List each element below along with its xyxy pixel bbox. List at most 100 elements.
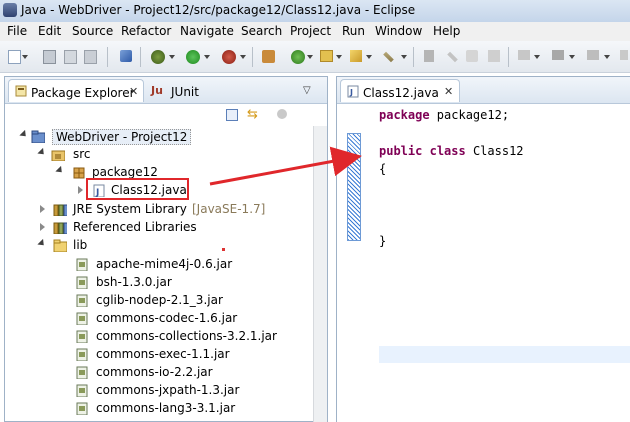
menu-refactor[interactable]: Refactor (121, 24, 171, 38)
annotation-highlight-box (86, 178, 189, 200)
pin-icon[interactable] (120, 50, 132, 62)
tree-item-jar[interactable]: commons-codec-1.6.jar (5, 310, 305, 328)
tree-item-jar[interactable]: commons-lang3-3.1.jar (5, 400, 305, 418)
library-icon (53, 204, 67, 216)
new-dropdown-icon[interactable] (22, 55, 28, 59)
expanded-arrow-icon[interactable] (37, 238, 47, 249)
folder-dropdown-icon[interactable] (336, 55, 342, 59)
open-type-icon[interactable] (262, 50, 275, 63)
code-line: { (379, 162, 387, 176)
code-line: } (379, 234, 387, 248)
run-icon[interactable] (186, 50, 200, 64)
tree-item-jar[interactable]: cglib-nodep-2.1_3.jar (5, 292, 305, 310)
menu-help[interactable]: Help (433, 24, 460, 38)
new-java-class-icon[interactable] (291, 50, 305, 64)
jar-icon (76, 294, 88, 307)
package-label: package12 (92, 165, 158, 179)
java-file-icon: J (347, 85, 359, 98)
next-edit-icon[interactable] (518, 50, 530, 60)
jar-label: cglib-nodep-2.1_3.jar (96, 293, 223, 307)
vertical-scrollbar[interactable] (313, 126, 327, 422)
editor-area[interactable]: J Class12.java ✕ package package12; publ… (336, 76, 630, 422)
debug-icon[interactable] (151, 50, 165, 64)
close-icon[interactable]: ✕ (444, 85, 453, 98)
menu-run[interactable]: Run (342, 24, 365, 38)
back-icon[interactable] (552, 50, 564, 60)
search-dropdown-icon[interactable] (366, 55, 372, 59)
open-folder-icon[interactable] (320, 50, 333, 62)
toolbar-separator (252, 47, 253, 67)
new-class-dropdown-icon[interactable] (307, 55, 313, 59)
expanded-arrow-icon[interactable] (55, 165, 65, 176)
change-ruler-marker (347, 133, 361, 241)
next-annotation-icon[interactable] (424, 50, 434, 62)
editor-tab-label: Class12.java (363, 86, 439, 100)
debug-dropdown-icon[interactable] (169, 55, 175, 59)
show-whitespace-icon[interactable] (466, 50, 478, 62)
menu-project[interactable]: Project (290, 24, 331, 38)
jar-icon (76, 366, 88, 379)
jar-icon (76, 330, 88, 343)
jar-label: bsh-1.3.0.jar (96, 275, 172, 289)
collapsed-arrow-icon[interactable] (78, 186, 83, 194)
java-project-icon (31, 130, 45, 143)
menu-window[interactable]: Window (375, 24, 422, 38)
save-icon[interactable] (43, 50, 56, 64)
close-icon[interactable]: ✕ (129, 85, 138, 98)
jar-icon (76, 312, 88, 325)
tree-item-jar[interactable]: commons-io-2.2.jar (5, 364, 305, 382)
forward-icon[interactable] (587, 50, 599, 60)
jar-label: commons-io-2.2.jar (96, 365, 213, 379)
tree-item-jar[interactable]: commons-collections-3.2.1.jar (5, 328, 305, 346)
next-edit-dropdown-icon[interactable] (534, 55, 540, 59)
external-tools-dropdown-icon[interactable] (240, 55, 246, 59)
tree-item-referenced-libraries[interactable]: Referenced Libraries (5, 219, 305, 237)
forward-dropdown-icon[interactable] (604, 55, 610, 59)
minimize-icon[interactable]: ▽ (303, 85, 311, 96)
collapsed-arrow-icon[interactable] (40, 205, 45, 213)
tab-junit[interactable]: JUnit (171, 85, 199, 99)
tree-item-jar[interactable]: apache-mime4j-0.6.jar (5, 256, 305, 274)
link-with-editor-icon[interactable]: ⇆ (247, 107, 258, 122)
code-line: package package12; (379, 108, 510, 122)
toolbar-separator (107, 47, 108, 67)
expanded-arrow-icon[interactable] (37, 147, 47, 158)
collapsed-arrow-icon[interactable] (40, 223, 45, 231)
run-dropdown-icon[interactable] (204, 55, 210, 59)
pencil-icon[interactable] (383, 51, 394, 63)
new-icon[interactable] (8, 50, 21, 64)
tree-item-lib[interactable]: lib (5, 237, 305, 255)
editor-tab-class12[interactable]: J Class12.java ✕ (340, 79, 460, 102)
tree-item-jar[interactable]: bsh-1.3.0.jar (5, 274, 305, 292)
lib-label: lib (73, 238, 88, 252)
window-title: Java - WebDriver - Project12/src/package… (21, 3, 416, 17)
menu-edit[interactable]: Edit (38, 24, 61, 38)
more-icon[interactable] (620, 50, 628, 60)
block-selection-icon[interactable] (488, 50, 500, 62)
tree-item-project[interactable]: WebDriver - Project12 (5, 128, 305, 146)
jar-label: apache-mime4j-0.6.jar (96, 257, 233, 271)
external-tools-icon[interactable] (222, 50, 236, 64)
tree-item-src[interactable]: src (5, 146, 305, 164)
tab-package-explorer[interactable]: Package Explorer ✕ (8, 79, 144, 102)
tree-item-jar[interactable]: commons-exec-1.1.jar (5, 346, 305, 364)
expanded-arrow-icon[interactable] (19, 129, 29, 140)
jar-icon (76, 276, 88, 289)
search-icon[interactable] (350, 50, 362, 62)
menu-navigate[interactable]: Navigate (180, 24, 234, 38)
menu-source[interactable]: Source (72, 24, 113, 38)
tree-item-jar[interactable]: commons-jxpath-1.3.jar (5, 382, 305, 400)
pencil-dropdown-icon[interactable] (401, 55, 407, 59)
tree-item-jre[interactable]: JRE System Library [JavaSE-1.7] (5, 201, 305, 219)
toolbar-separator (413, 47, 414, 67)
menu-search[interactable]: Search (241, 24, 282, 38)
collapse-all-icon[interactable] (226, 109, 238, 121)
back-dropdown-icon[interactable] (569, 55, 575, 59)
toggle-mark-icon[interactable] (447, 51, 458, 63)
project-tree: WebDriver - Project12 src package12 J Cl… (5, 126, 313, 422)
jar-icon (76, 348, 88, 361)
menu-file[interactable]: File (7, 24, 27, 38)
save-all-icon[interactable] (64, 50, 77, 64)
view-options-icon[interactable] (277, 109, 287, 119)
print-icon[interactable] (84, 50, 97, 64)
